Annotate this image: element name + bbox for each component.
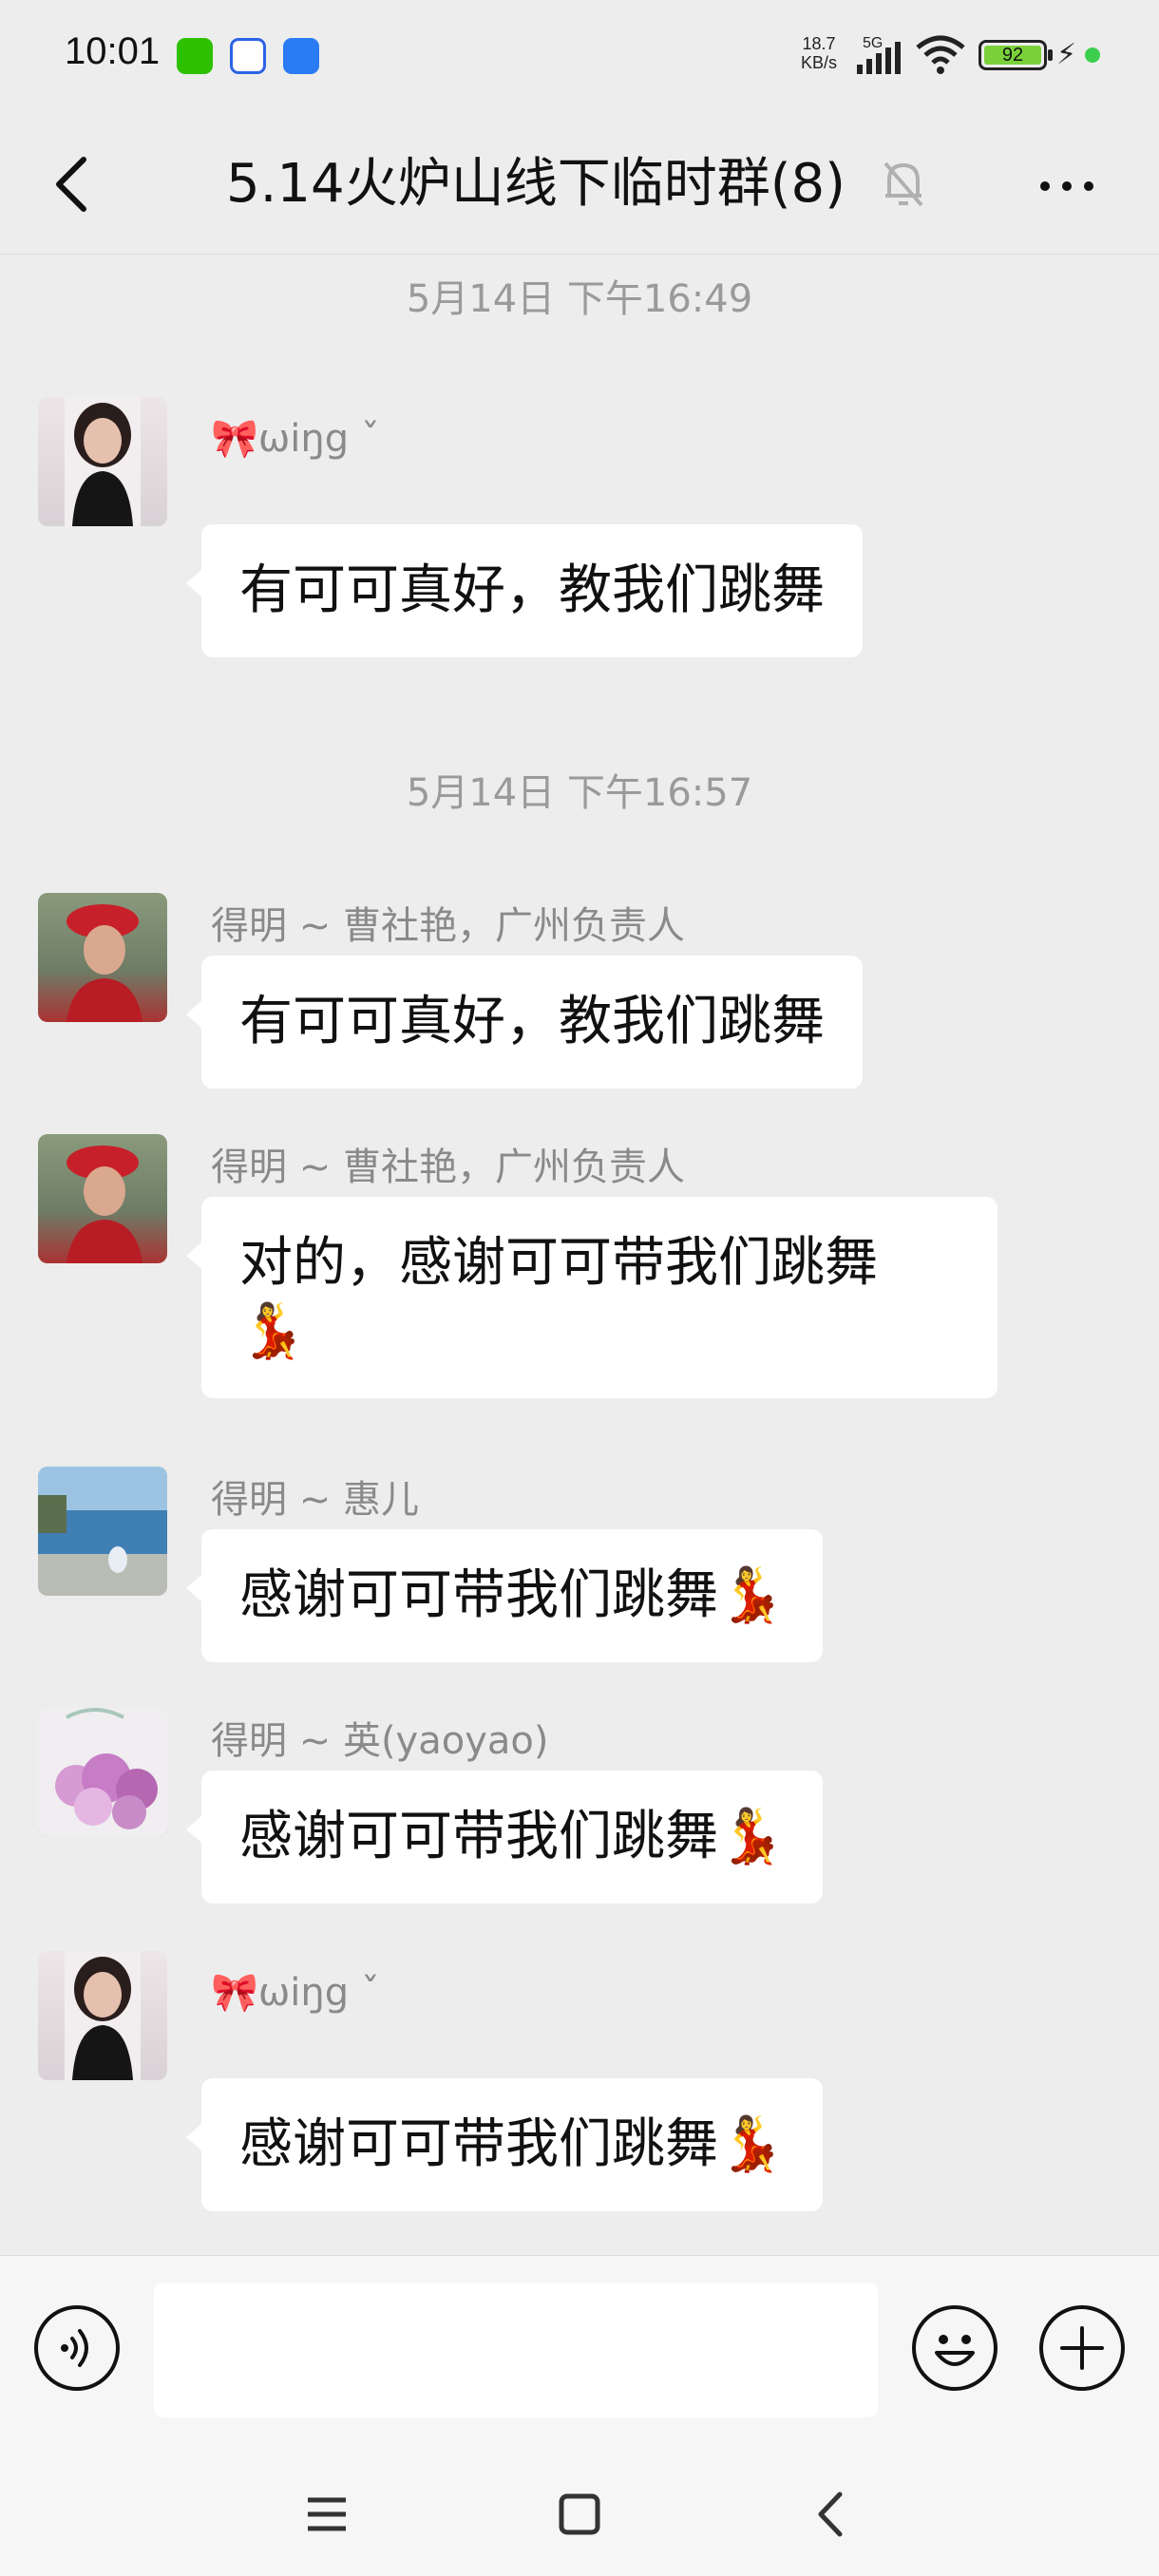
charging-icon: ⚡	[1056, 38, 1077, 71]
battery-tip	[1048, 49, 1053, 61]
sender-name: 得明 ~ 惠儿	[211, 1478, 419, 1522]
sender-suffix: ˇ	[360, 417, 380, 461]
message-bubble[interactable]: 感谢可可带我们跳舞💃	[186, 2078, 823, 2211]
sender-suffix: ˇ	[360, 1971, 380, 2015]
signal-icon: 5G	[857, 35, 901, 74]
clock: 10:01	[65, 30, 161, 72]
plus-icon[interactable]	[1039, 2305, 1125, 2391]
wifi-icon	[916, 35, 965, 74]
sender-name: 得明 ~ 曹社艳，广州负责人	[211, 1146, 685, 1189]
message-text: 有可可真好，教我们跳舞	[239, 559, 825, 621]
baidu-icon	[230, 38, 266, 74]
home-icon[interactable]	[542, 2481, 618, 2548]
status-bar: 10:01 18.7 KB/s 5G 92 ⚡	[0, 0, 1159, 112]
sender-name: 得明 ~ 曹社艳，广州负责人	[211, 904, 685, 948]
back-icon[interactable]	[46, 146, 103, 222]
net-speed: 18.7 KB/s	[791, 34, 846, 72]
dancer-emoji: 💃	[239, 1300, 306, 1362]
timestamp: 5月14日 下午16:49	[406, 277, 753, 321]
woman-red-cap-avatar[interactable]	[38, 1134, 167, 1263]
more-icon[interactable]	[1034, 167, 1100, 205]
message-bubble[interactable]: 感谢可可带我们跳舞💃	[186, 1771, 823, 1904]
dancer-emoji: 💃	[718, 1564, 785, 1626]
wechat-icon	[177, 38, 213, 74]
woman-black-top-avatar[interactable]	[38, 1951, 167, 2080]
message-text: 感谢可可带我们跳舞	[239, 1564, 718, 1626]
message-text: 感谢可可带我们跳舞	[239, 2113, 718, 2175]
system-nav-bar	[0, 2456, 1159, 2576]
woman-red-cap-avatar[interactable]	[38, 893, 167, 1022]
woman-black-top-avatar[interactable]	[38, 397, 167, 526]
message-text: 感谢可可带我们跳舞	[239, 1806, 718, 1867]
chat-header: 5.14火炉山线下临时群(8)	[0, 112, 1159, 255]
battery-icon: 92	[978, 40, 1047, 70]
net-speed-unit: KB/s	[800, 53, 837, 72]
mute-bell-icon	[884, 161, 923, 207]
back-nav-icon[interactable]	[794, 2481, 870, 2548]
dancer-emoji: 💃	[718, 1806, 785, 1867]
voice-icon[interactable]	[34, 2305, 120, 2391]
bow-emoji: 🎀	[211, 417, 258, 461]
net-speed-value: 18.7	[802, 34, 836, 53]
app-icon	[283, 38, 319, 74]
emoji-icon[interactable]	[912, 2305, 998, 2391]
timestamp: 5月14日 下午16:57	[406, 771, 753, 815]
sender-name: 得明 ~ 英(yaoyao)	[211, 1719, 549, 1763]
battery-level: 92	[984, 46, 1041, 65]
message-bubble[interactable]: 有可可真好，教我们跳舞	[186, 524, 863, 657]
message-input[interactable]	[154, 2282, 878, 2417]
sender-name: 🎀ωiŋg ˇ	[211, 417, 380, 461]
flowers-avatar[interactable]	[38, 1708, 167, 1837]
lake-photo-avatar[interactable]	[38, 1467, 167, 1596]
network-type: 5G	[863, 35, 883, 51]
sender-name: 🎀ωiŋg ˇ	[211, 1971, 380, 2015]
menu-icon[interactable]	[289, 2481, 365, 2548]
dancer-emoji: 💃	[718, 2113, 785, 2175]
input-bar	[0, 2255, 1159, 2456]
message-text: 有可可真好，教我们跳舞	[239, 991, 825, 1052]
message-bubble[interactable]: 有可可真好，教我们跳舞	[186, 956, 863, 1089]
message-bubble[interactable]: 感谢可可带我们跳舞💃	[186, 1529, 823, 1662]
bow-emoji: 🎀	[211, 1971, 258, 2015]
message-text: 对的，感谢可可带我们跳舞	[239, 1232, 878, 1294]
message-bubble[interactable]: 对的，感谢可可带我们跳舞 💃	[186, 1197, 998, 1398]
status-dot-icon	[1085, 47, 1100, 63]
chat-title: 5.14火炉山线下临时群(8)	[226, 153, 846, 215]
